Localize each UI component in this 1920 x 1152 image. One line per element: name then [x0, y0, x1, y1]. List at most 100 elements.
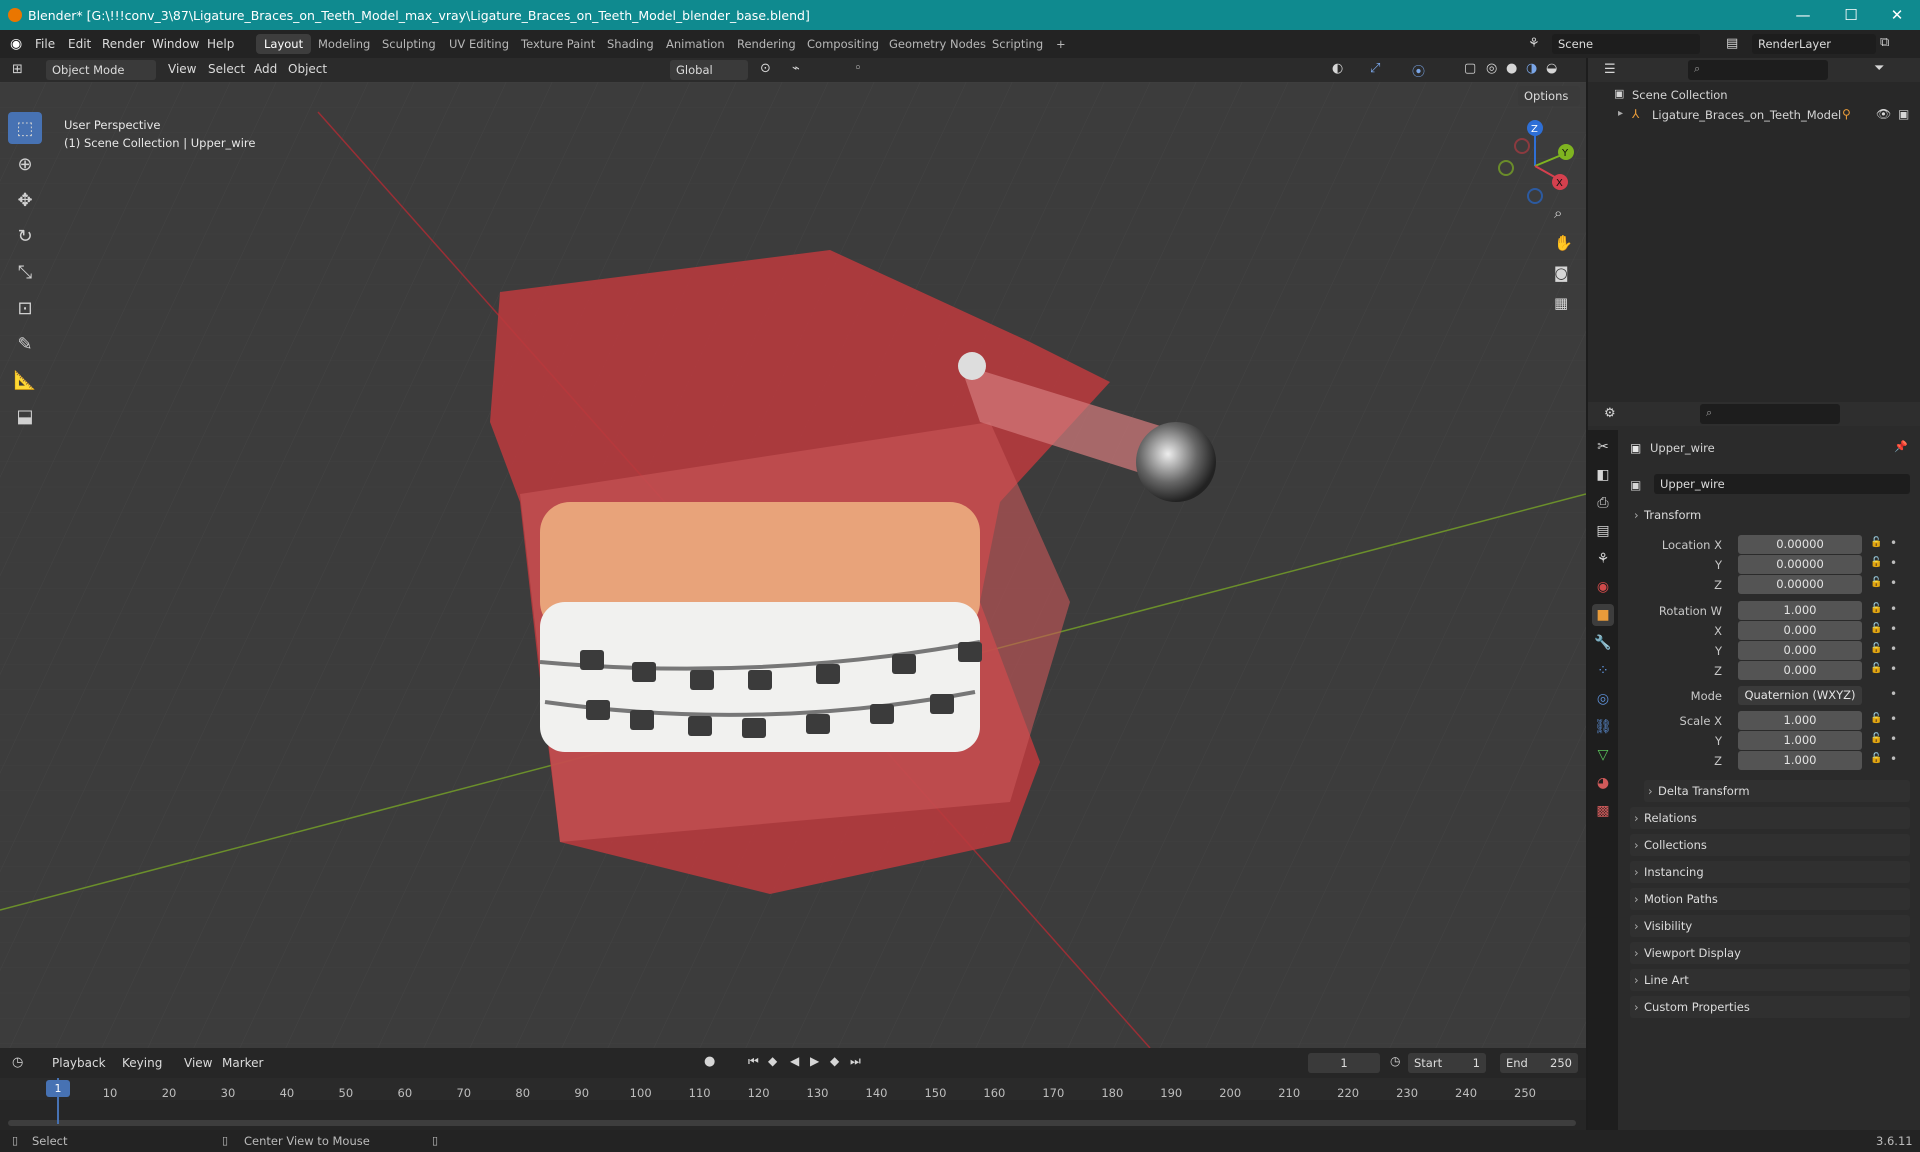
outliner-item-model[interactable]: Ligature_Braces_on_Teeth_Model — [1652, 108, 1841, 122]
keyframe-dot-icon[interactable]: • — [1890, 752, 1897, 766]
lock-icon[interactable]: 🔓 — [1870, 713, 1882, 724]
measure-tool-icon[interactable]: 📐 — [8, 364, 42, 396]
viewport-display-section[interactable]: Viewport Display — [1630, 942, 1910, 964]
rotation-w-field[interactable]: 1.000 — [1738, 601, 1862, 620]
tab-sculpting[interactable]: Sculpting — [374, 34, 444, 54]
start-frame-field[interactable]: Start 1 — [1408, 1053, 1486, 1073]
tab-uv-editing[interactable]: UV Editing — [441, 34, 517, 54]
pivot-icon[interactable]: ⊙ — [760, 61, 771, 76]
outliner-scene-collection[interactable]: Scene Collection — [1632, 88, 1728, 102]
outliner-editor-icon[interactable]: ☰ — [1604, 62, 1616, 77]
scale-tool-icon[interactable]: ⤡ — [8, 256, 42, 288]
visibility-icon[interactable]: ◐ — [1332, 61, 1343, 76]
transform-tool-icon[interactable]: ⊡ — [8, 292, 42, 324]
close-button[interactable]: ✕ — [1874, 0, 1920, 30]
lock-icon[interactable]: 🔓 — [1870, 663, 1882, 674]
object-name-field[interactable]: Upper_wire — [1654, 474, 1910, 494]
orientation-dropdown[interactable]: Global — [670, 60, 748, 80]
move-tool-icon[interactable]: ✥ — [8, 184, 42, 216]
add-workspace-button[interactable]: + — [1048, 34, 1074, 54]
tab-geometry-nodes[interactable]: Geometry Nodes — [881, 34, 994, 54]
tab-animation[interactable]: Animation — [658, 34, 733, 54]
location-z-field[interactable]: 0.00000 — [1738, 575, 1862, 594]
expand-arrow-icon[interactable]: ▸ — [1618, 108, 1623, 119]
proportional-edit-icon[interactable]: ◦ — [854, 61, 862, 76]
camera-icon[interactable]: ◙ — [1554, 264, 1569, 282]
delta-transform-section[interactable]: Delta Transform — [1644, 780, 1910, 802]
menu-edit[interactable]: Edit — [68, 37, 91, 51]
zoom-icon[interactable]: ⌕ — [1554, 204, 1562, 222]
end-frame-field[interactable]: End 250 — [1500, 1053, 1578, 1073]
timeline-menu-marker[interactable]: Marker — [222, 1056, 263, 1070]
viewport-menu-select[interactable]: Select — [208, 62, 245, 76]
keyframe-dot-icon[interactable]: • — [1890, 602, 1897, 616]
rotate-tool-icon[interactable]: ↻ — [8, 220, 42, 252]
viewport-menu-view[interactable]: View — [168, 62, 196, 76]
pan-hand-icon[interactable]: ✋ — [1554, 234, 1573, 252]
current-frame-field[interactable]: 1 — [1308, 1053, 1380, 1073]
tab-modeling[interactable]: Modeling — [310, 34, 378, 54]
tab-scripting[interactable]: Scripting — [984, 34, 1051, 54]
options-dropdown[interactable]: Options — [1518, 86, 1580, 106]
add-view-layer-icon[interactable]: ⧉ — [1880, 35, 1889, 50]
tab-texture-paint[interactable]: Texture Paint — [513, 34, 603, 54]
annotate-tool-icon[interactable]: ✎ — [8, 328, 42, 360]
solid-shading-icon[interactable]: ● — [1506, 61, 1517, 76]
location-y-field[interactable]: 0.00000 — [1738, 555, 1862, 574]
properties-editor-icon[interactable]: ⚙ — [1604, 406, 1616, 421]
lock-icon[interactable]: 🔓 — [1870, 557, 1882, 568]
lock-icon[interactable]: 🔓 — [1870, 643, 1882, 654]
collections-section[interactable]: Collections — [1630, 834, 1910, 856]
keyframe-dot-icon[interactable]: • — [1890, 662, 1897, 676]
gizmo-toggle-icon[interactable]: ⤢ — [1370, 61, 1380, 76]
keyframe-dot-icon[interactable]: • — [1890, 576, 1897, 590]
timeline-editor-icon[interactable]: ◷ — [12, 1055, 23, 1070]
navigation-gizmo[interactable]: Z Y X — [1490, 118, 1580, 208]
snap-icon[interactable]: ⌁ — [792, 61, 800, 76]
select-box-tool-icon[interactable]: ⬚ — [8, 112, 42, 144]
material-tab-icon[interactable]: ◕ — [1592, 772, 1614, 794]
jump-start-icon[interactable]: ⏮ — [748, 1054, 759, 1069]
pin-icon[interactable]: 📌 — [1894, 440, 1908, 453]
lock-icon[interactable]: 🔓 — [1870, 577, 1882, 588]
render-tab-icon[interactable]: ◧ — [1592, 464, 1614, 486]
maximize-button[interactable]: ☐ — [1828, 0, 1874, 30]
keyframe-dot-icon[interactable]: • — [1890, 712, 1897, 726]
tab-compositing[interactable]: Compositing — [799, 34, 887, 54]
cursor-tool-icon[interactable]: ⊕ — [8, 148, 42, 180]
keyframe-dot-icon[interactable]: • — [1890, 622, 1897, 636]
tab-rendering[interactable]: Rendering — [729, 34, 804, 54]
overlay-toggle-icon[interactable]: ⦿ — [1412, 61, 1425, 80]
playhead-frame[interactable]: 1 — [46, 1080, 70, 1097]
properties-search-input[interactable] — [1700, 404, 1840, 424]
scale-z-field[interactable]: 1.000 — [1738, 751, 1862, 770]
3d-viewport[interactable]: User Perspective (1) Scene Collection | … — [0, 82, 1586, 1048]
rendered-shading-icon[interactable]: ◒ — [1546, 61, 1557, 76]
menu-render[interactable]: Render — [102, 37, 145, 51]
keyframe-dot-icon[interactable]: • — [1890, 687, 1897, 701]
transform-section-header[interactable]: Transform — [1630, 504, 1910, 526]
blender-menu-icon[interactable]: ◉ — [10, 36, 22, 52]
keyframe-dot-icon[interactable]: • — [1890, 556, 1897, 570]
lock-icon[interactable]: 🔓 — [1870, 753, 1882, 764]
viewport-menu-object[interactable]: Object — [288, 62, 327, 76]
texture-tab-icon[interactable]: ▩ — [1592, 800, 1614, 822]
ortho-grid-icon[interactable]: ▦ — [1554, 294, 1568, 312]
menu-file[interactable]: File — [35, 37, 55, 51]
timeline-menu-keying[interactable]: Keying — [122, 1056, 162, 1070]
record-icon[interactable]: ● — [704, 1054, 715, 1069]
add-cube-tool-icon[interactable]: ⬓ — [8, 400, 42, 432]
custom-properties-section[interactable]: Custom Properties — [1630, 996, 1910, 1018]
scene-field[interactable]: Scene — [1552, 34, 1700, 54]
keyframe-dot-icon[interactable]: • — [1890, 732, 1897, 746]
jump-end-icon[interactable]: ⏭ — [850, 1054, 861, 1069]
render-layer-field[interactable]: RenderLayer — [1752, 34, 1876, 54]
timeline-menu-view[interactable]: View — [184, 1056, 212, 1070]
rotation-x-field[interactable]: 0.000 — [1738, 621, 1862, 640]
scale-y-field[interactable]: 1.000 — [1738, 731, 1862, 750]
xray-icon[interactable]: ▢ — [1464, 61, 1476, 76]
filter-icon[interactable]: ⏷ — [1874, 61, 1884, 76]
rotation-mode-dropdown[interactable]: Quaternion (WXYZ) — [1738, 686, 1862, 705]
lock-icon[interactable]: 🔓 — [1870, 733, 1882, 744]
mode-dropdown[interactable]: Object Mode — [46, 60, 156, 80]
